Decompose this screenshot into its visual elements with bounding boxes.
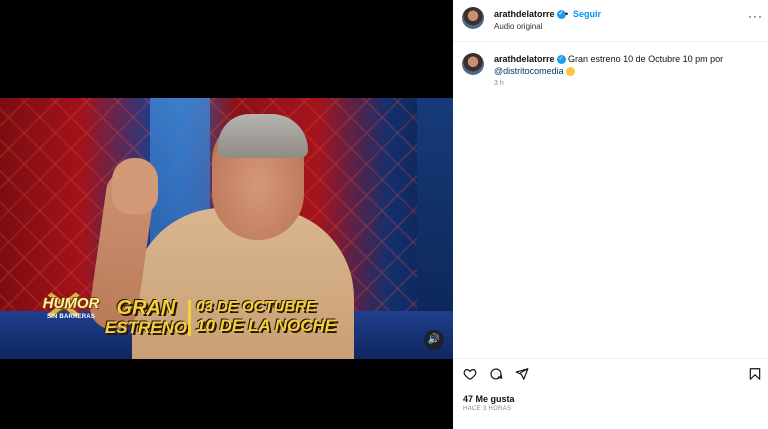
promo-schedule: 03 DE OCTUBRE 10 DE LA NOCHE (196, 298, 336, 336)
promo-time: 10 DE LA NOCHE (196, 316, 337, 335)
header-username[interactable]: arathdelatorre ✓ (494, 9, 566, 20)
show-logo: ✕ HUMOR SIN BARRERAS (41, 285, 100, 327)
logo-word: HUMOR (42, 295, 100, 312)
action-bar: 47 Me gusta HACE 3 HORAS (453, 358, 768, 429)
caption: arathdelatorre ✓ Gran estreno 10 de Octub… (494, 53, 754, 77)
share-icon[interactable] (515, 367, 529, 381)
logo-subtitle: SIN BARRERAS (46, 314, 96, 320)
mention-link[interactable]: @distritocomedia (494, 66, 564, 76)
header-username-text[interactable]: arathdelatorre (494, 9, 555, 19)
caption-text: Gran estreno 10 de Octubre 10 pm por (568, 54, 724, 64)
caption-time[interactable]: 3 h (494, 80, 504, 87)
more-options-icon[interactable]: ··· (748, 10, 763, 22)
follow-button[interactable]: Seguir (573, 9, 601, 19)
caption-username[interactable]: arathdelatorre (494, 54, 555, 64)
header-separator: • (565, 9, 569, 19)
comment-icon[interactable] (489, 367, 503, 381)
promo-line1: GRAN (116, 297, 176, 319)
post-timestamp: HACE 3 HORAS (463, 406, 512, 412)
promo-divider (188, 300, 191, 336)
comment-avatar[interactable] (462, 53, 484, 75)
post-panel: arathdelatorre ✓ • Seguir Audio original … (453, 0, 768, 429)
bookmark-icon[interactable] (748, 367, 762, 381)
verified-badge-icon: ✓ (556, 55, 566, 65)
video-player[interactable]: ✕ HUMOR SIN BARRERAS GRAN ESTRENO 03 DE … (0, 98, 453, 359)
audio-original-link[interactable]: Audio original (494, 22, 542, 31)
avatar[interactable] (462, 7, 484, 29)
promo-line2: ESTRENO (104, 318, 188, 337)
laughing-emoji-icon (566, 67, 576, 77)
person-hand (112, 158, 158, 214)
video-area[interactable]: ✕ HUMOR SIN BARRERAS GRAN ESTRENO 03 DE … (0, 0, 453, 429)
speaker-icon[interactable]: 🔊 (424, 330, 444, 350)
heart-icon[interactable] (463, 367, 477, 381)
promo-date: 03 DE OCTUBRE (196, 298, 317, 315)
post-header: arathdelatorre ✓ • Seguir Audio original … (453, 0, 768, 42)
likes-count[interactable]: 47 Me gusta (463, 394, 515, 404)
promo-premiere: GRAN ESTRENO (104, 298, 188, 338)
